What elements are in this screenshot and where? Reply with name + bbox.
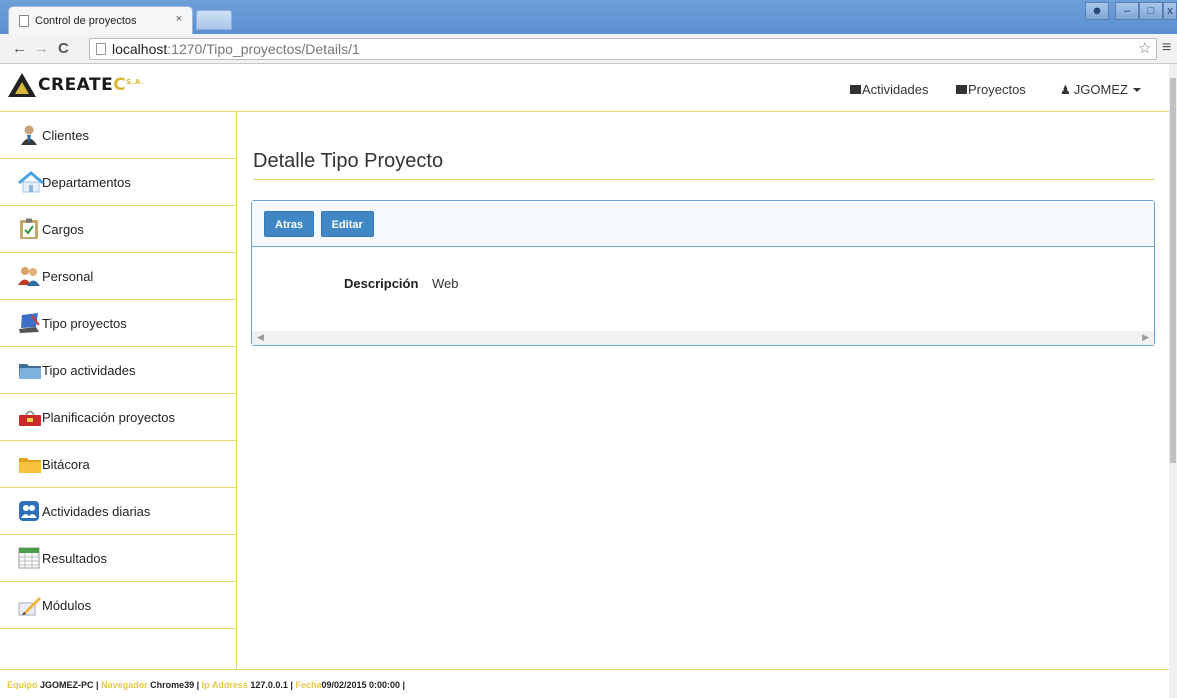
sidebar-item-modulos[interactable]: Módulos [0,582,236,629]
sidebar-item-label: Clientes [42,127,89,143]
sidebar-item-label: Resultados [42,550,108,566]
brand-main: CREATE [38,75,114,95]
user-name: JGOMEZ [1073,82,1128,97]
laptop-icon [18,312,40,334]
scroll-left-icon[interactable]: ◀ [257,332,264,343]
footer-status: Equipo JGOMEZ-PC | Navegador Chrome39 | … [0,669,1169,698]
tab-title: Control de proyectos [35,14,137,27]
sidebar-item-actividades-diarias[interactable]: Actividades diarias [0,488,236,535]
footer-navegador-value: Chrome39 | [150,680,200,690]
browser-menu-icon[interactable]: ≡ [1162,39,1171,57]
reload-icon[interactable]: C [58,40,69,57]
footer-equipo-value: JGOMEZ-PC | [40,680,99,690]
description-value: Web [432,276,459,291]
browser-tab[interactable]: Control de proyectos × [8,6,193,34]
description-label: Descripción [344,276,419,291]
maximize-icon[interactable]: □ [1139,2,1163,20]
nav-actividades[interactable]: Actividades [850,82,928,97]
sidebar-item-label: Cargos [42,221,84,237]
toolbox-icon [18,406,41,428]
user-dropdown[interactable]: ♟ JGOMEZ [1060,82,1141,97]
sidebar-item-label: Departamentos [42,174,131,190]
back-arrow-icon[interactable]: ← [12,40,27,57]
app-navbar: CREATECS.A. Actividades Proyectos ♟ JGOM… [0,64,1169,112]
page-title: Detalle Tipo Proyecto [253,150,444,172]
users-icon [18,500,40,522]
sidebar-item-personal[interactable]: Personal [0,253,236,300]
sidebar-item-planificacion-proyectos[interactable]: Planificación proyectos [0,394,236,441]
back-button[interactable]: Atras [264,211,315,237]
sidebar-item-resultados[interactable]: Resultados [0,535,236,582]
nav-proyectos[interactable]: Proyectos [956,82,1026,97]
footer-fecha-value: 09/02/2015 0:00:00 | [321,680,406,690]
folder-icon [18,359,41,381]
browser-toolbar: ← → C localhost:1270/Tipo_proyectos/Deta… [0,34,1177,64]
sidebar-item-label: Tipo actividades [42,362,136,378]
browser-titlebar: Control de proyectos × ☻ – □ x [0,0,1177,34]
sidebar-item-clientes[interactable]: Clientes [0,112,236,159]
close-window-icon[interactable]: x [1163,2,1177,20]
forward-arrow-icon[interactable]: → [34,40,49,57]
scroll-right-icon[interactable]: ▶ [1142,332,1149,343]
address-bar[interactable]: localhost:1270/Tipo_proyectos/Details/1 [89,38,1157,60]
house-icon [18,171,44,193]
sidebar-item-label: Bitácora [42,456,90,472]
sidebar-item-bitacora[interactable]: Bitácora [0,441,236,488]
sidebar-item-label: Tipo proyectos [42,315,127,331]
details-panel: Atras Editar Descripción Web ◀ ▶ [251,200,1155,346]
panel-toolbar: Atras Editar [252,201,1154,247]
pencil-icon [18,594,41,616]
chevron-down-icon [1132,87,1141,92]
client-icon [18,124,40,146]
horizontal-scrollbar[interactable]: ◀ ▶ [252,331,1154,345]
minimize-icon[interactable]: – [1115,2,1139,20]
brand-suffix: S.A. [126,78,145,86]
clipboard-icon [18,218,40,240]
page-icon [96,43,106,55]
project-icon [956,85,967,94]
brand-logo[interactable]: CREATECS.A. [8,72,144,98]
sidebar-item-label: Personal [42,268,94,284]
edit-button[interactable]: Editar [320,211,374,237]
brand-accent: C [113,75,127,95]
sidebar-item-label: Actividades diarias [42,503,151,519]
sidebar: Clientes Departamentos Cargos Personal T… [0,112,237,669]
new-tab-button[interactable] [196,10,232,30]
nav-proyectos-label: Proyectos [968,82,1026,97]
spreadsheet-icon [18,547,40,569]
scrollbar-thumb[interactable] [1170,78,1176,463]
user-icon: ♟ [1060,82,1071,97]
sidebar-item-label: Planificación proyectos [42,409,175,425]
vertical-scrollbar[interactable] [1169,64,1177,698]
sidebar-item-tipo-proyectos[interactable]: Tipo proyectos [0,300,236,347]
footer-fecha-label: Fecha [295,680,322,690]
folder-yellow-icon [18,453,41,475]
sidebar-item-label: Módulos [42,597,92,613]
logo-triangle-icon [8,73,36,97]
people-icon [18,265,40,287]
footer-navegador-label: Navegador [101,680,148,690]
user-profile-icon[interactable]: ☻ [1085,2,1109,20]
tab-close-icon[interactable]: × [176,13,182,25]
sidebar-item-tipo-actividades[interactable]: Tipo actividades [0,347,236,394]
footer-ip-label: Ip Address [201,680,248,690]
sidebar-item-cargos[interactable]: Cargos [0,206,236,253]
page-icon [19,14,29,27]
footer-ip-value: 127.0.0.1 | [250,680,293,690]
footer-equipo-label: Equipo [7,680,38,690]
activity-icon [850,85,861,94]
url-host: localhost [112,41,168,57]
url-path: :1270/Tipo_proyectos/Details/1 [167,41,360,57]
bookmark-star-icon[interactable]: ☆ [1138,39,1151,57]
title-divider [253,179,1155,180]
nav-actividades-label: Actividades [862,82,929,97]
sidebar-item-departamentos[interactable]: Departamentos [0,159,236,206]
